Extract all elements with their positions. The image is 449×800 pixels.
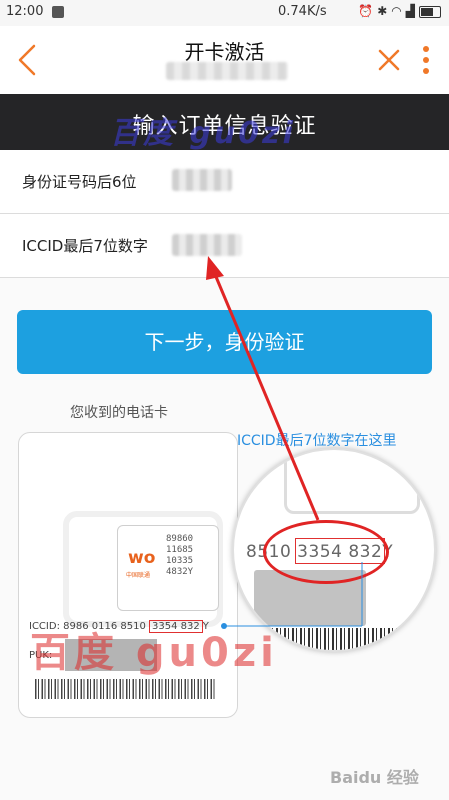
unicom-logo: wo (128, 548, 156, 568)
close-icon (378, 49, 400, 71)
next-step-button[interactable]: 下一步，身份验证 (17, 310, 432, 374)
close-button[interactable] (372, 40, 406, 80)
signal-icon: ▟ (405, 4, 419, 18)
barcode (35, 679, 217, 699)
iccid-field[interactable] (172, 234, 242, 256)
iccid-label: ICCID最后7位数字 (22, 237, 148, 255)
status-icons: ⏰✱◠▟ (358, 4, 441, 18)
id-number-label: 身份证号码后6位 (22, 173, 137, 191)
baidu-watermark: Baidu 经验 (330, 768, 419, 787)
unicom-brand: 中国联通 (126, 572, 151, 579)
more-vertical-icon (423, 46, 429, 74)
sim-chip: wo 中国联通 89860 11685 10335 4832Y (117, 525, 219, 611)
blurred-subtitle (166, 62, 288, 80)
card-caption: 您收到的电话卡 (70, 405, 168, 421)
magnified-chip (284, 450, 420, 514)
watermark-bottom: 百度 gu0zi (30, 630, 278, 676)
network-speed: 0.74K/s (278, 4, 327, 19)
wifi-icon: ◠ (391, 4, 406, 18)
id-number-field[interactable] (172, 169, 232, 191)
chip-code: 89860 11685 10335 4832Y (166, 534, 194, 577)
iccid-hint: ICCID最后7位数字在这里 (237, 433, 397, 449)
annotation-ellipse (263, 520, 389, 584)
bluetooth-icon: ✱ (377, 4, 392, 18)
app-header: 开卡激活 (0, 26, 449, 94)
more-button[interactable] (414, 40, 438, 80)
id-number-row[interactable]: 身份证号码后6位 (0, 150, 449, 214)
alarm-icon: ⏰ (358, 4, 378, 18)
battery-icon (419, 5, 441, 18)
notification-icon (52, 6, 64, 18)
iccid-row[interactable]: ICCID最后7位数字 (0, 214, 449, 278)
status-bar: 12:00 0.74K/s ⏰✱◠▟ (0, 0, 449, 26)
watermark-top: 百度 gu0zi (110, 116, 296, 151)
status-time: 12:00 (6, 4, 44, 19)
